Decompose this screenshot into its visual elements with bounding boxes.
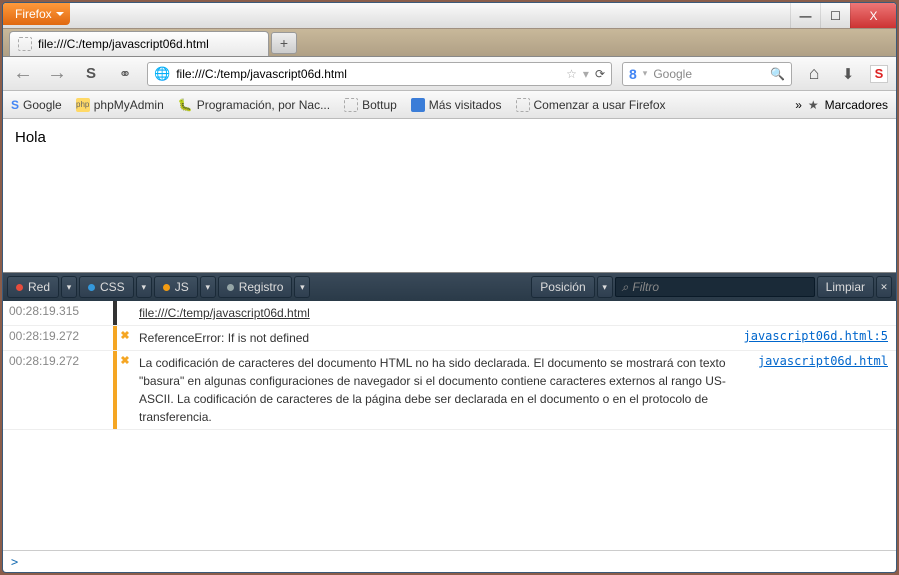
browser-window: Firefox — ☐ X file:///C:/temp/javascript… xyxy=(2,2,897,573)
url-bar[interactable]: 🌐 ☆ ▾ ⟳ xyxy=(147,62,612,86)
filter-log-drop[interactable]: ▾ xyxy=(294,276,310,298)
bookmarks-toolbar: SGoogle phpphpMyAdmin 🐛Programación, por… xyxy=(3,91,896,119)
console-messages: 00:28:19.315 file:///C:/temp/javascript0… xyxy=(3,301,896,550)
firefox-menu-button[interactable]: Firefox xyxy=(3,3,70,25)
console-text: La codificación de caracteres del docume… xyxy=(133,351,750,429)
position-drop[interactable]: ▾ xyxy=(597,276,613,298)
tab-title: file:///C:/temp/javascript06d.html xyxy=(38,37,209,51)
filter-red[interactable]: Red xyxy=(7,276,59,298)
close-button[interactable]: X xyxy=(850,3,896,28)
source-link[interactable]: javascript06d.html:5 xyxy=(744,329,889,343)
maximize-button[interactable]: ☐ xyxy=(820,3,850,28)
downloads-button[interactable]: ⬇ xyxy=(836,62,860,86)
new-tab-button[interactable]: + xyxy=(271,32,297,54)
tab-strip: file:///C:/temp/javascript06d.html + xyxy=(3,29,896,57)
filter-css-drop[interactable]: ▾ xyxy=(136,276,152,298)
generic-icon xyxy=(516,98,530,112)
generic-icon xyxy=(344,98,358,112)
url-input[interactable] xyxy=(176,67,560,81)
timestamp: 00:28:19.315 xyxy=(3,301,113,321)
bookmark-bottup[interactable]: Bottup xyxy=(344,98,397,112)
bookmark-phpmyadmin[interactable]: phpphpMyAdmin xyxy=(76,98,164,112)
devtools-toolbar: Red ▾ CSS ▾ JS ▾ Registro ▾ Posición ▾ ⌕… xyxy=(3,273,896,301)
filter-red-drop[interactable]: ▾ xyxy=(61,276,77,298)
addon-icon[interactable]: ⚭ xyxy=(113,62,137,86)
star-icon: ★ xyxy=(808,98,819,112)
bookmark-google[interactable]: SGoogle xyxy=(11,98,62,112)
filter-js-drop[interactable]: ▾ xyxy=(200,276,216,298)
filter-css[interactable]: CSS xyxy=(79,276,134,298)
back-button[interactable]: ← xyxy=(11,62,35,86)
reload-button[interactable]: ⟳ xyxy=(595,67,605,81)
search-placeholder: Google xyxy=(653,67,692,81)
page-content: Hola xyxy=(3,119,896,272)
bug-icon: 🐛 xyxy=(178,98,193,112)
filter-js[interactable]: JS xyxy=(154,276,198,298)
titlebar: Firefox — ☐ X xyxy=(3,3,896,29)
console-link[interactable]: file:///C:/temp/javascript06d.html xyxy=(139,306,310,320)
console-input[interactable]: > xyxy=(3,550,896,572)
pma-icon: php xyxy=(76,98,90,112)
page-text: Hola xyxy=(15,129,46,146)
globe-icon: 🌐 xyxy=(154,66,170,82)
bookmark-star-icon[interactable]: ☆ xyxy=(566,67,577,81)
bookmarks-folder[interactable]: Marcadores xyxy=(825,98,888,112)
tab-active[interactable]: file:///C:/temp/javascript06d.html xyxy=(9,31,269,56)
console-row: 00:28:19.315 file:///C:/temp/javascript0… xyxy=(3,301,896,326)
bookmark-mas-visitados[interactable]: Más visitados xyxy=(411,98,502,112)
clear-button[interactable]: Limpiar xyxy=(817,276,874,298)
google-icon: 8 xyxy=(629,66,637,82)
search-bar[interactable]: 8 ▾ Google 🔍 xyxy=(622,62,792,86)
search-icon: ⌕ xyxy=(622,280,629,295)
forward-button[interactable]: → xyxy=(45,62,69,86)
minimize-button[interactable]: — xyxy=(790,3,820,28)
sync-icon[interactable]: S xyxy=(79,62,103,86)
position-button[interactable]: Posición xyxy=(531,276,594,298)
warn-icon: ✖ xyxy=(117,326,133,345)
blue-icon xyxy=(411,98,425,112)
timestamp: 00:28:19.272 xyxy=(3,326,113,346)
console-row: 00:28:19.272 ✖ La codificación de caract… xyxy=(3,351,896,430)
console-text: ReferenceError: If is not defined xyxy=(133,326,736,350)
page-icon xyxy=(18,37,32,51)
console-row: 00:28:19.272 ✖ ReferenceError: If is not… xyxy=(3,326,896,351)
bookmark-comenzar[interactable]: Comenzar a usar Firefox xyxy=(516,98,666,112)
devtools-panel: Red ▾ CSS ▾ JS ▾ Registro ▾ Posición ▾ ⌕… xyxy=(3,272,896,572)
nav-toolbar: ← → S ⚭ 🌐 ☆ ▾ ⟳ 8 ▾ Google 🔍 ⌂ ⬇ S xyxy=(3,57,896,91)
timestamp: 00:28:19.272 xyxy=(3,351,113,371)
filter-log[interactable]: Registro xyxy=(218,276,293,298)
warn-icon: ✖ xyxy=(117,351,133,370)
addon-s-icon[interactable]: S xyxy=(870,65,888,83)
search-icon[interactable]: 🔍 xyxy=(770,67,785,81)
filter-input[interactable]: ⌕Filtro xyxy=(615,277,815,297)
source-link[interactable]: javascript06d.html xyxy=(758,354,888,368)
bookmarks-overflow[interactable]: » xyxy=(795,98,802,112)
bookmark-programacion[interactable]: 🐛Programación, por Nac... xyxy=(178,98,330,112)
home-button[interactable]: ⌂ xyxy=(802,62,826,86)
window-controls: — ☐ X xyxy=(790,3,896,28)
close-devtools[interactable]: ✕ xyxy=(876,276,892,298)
